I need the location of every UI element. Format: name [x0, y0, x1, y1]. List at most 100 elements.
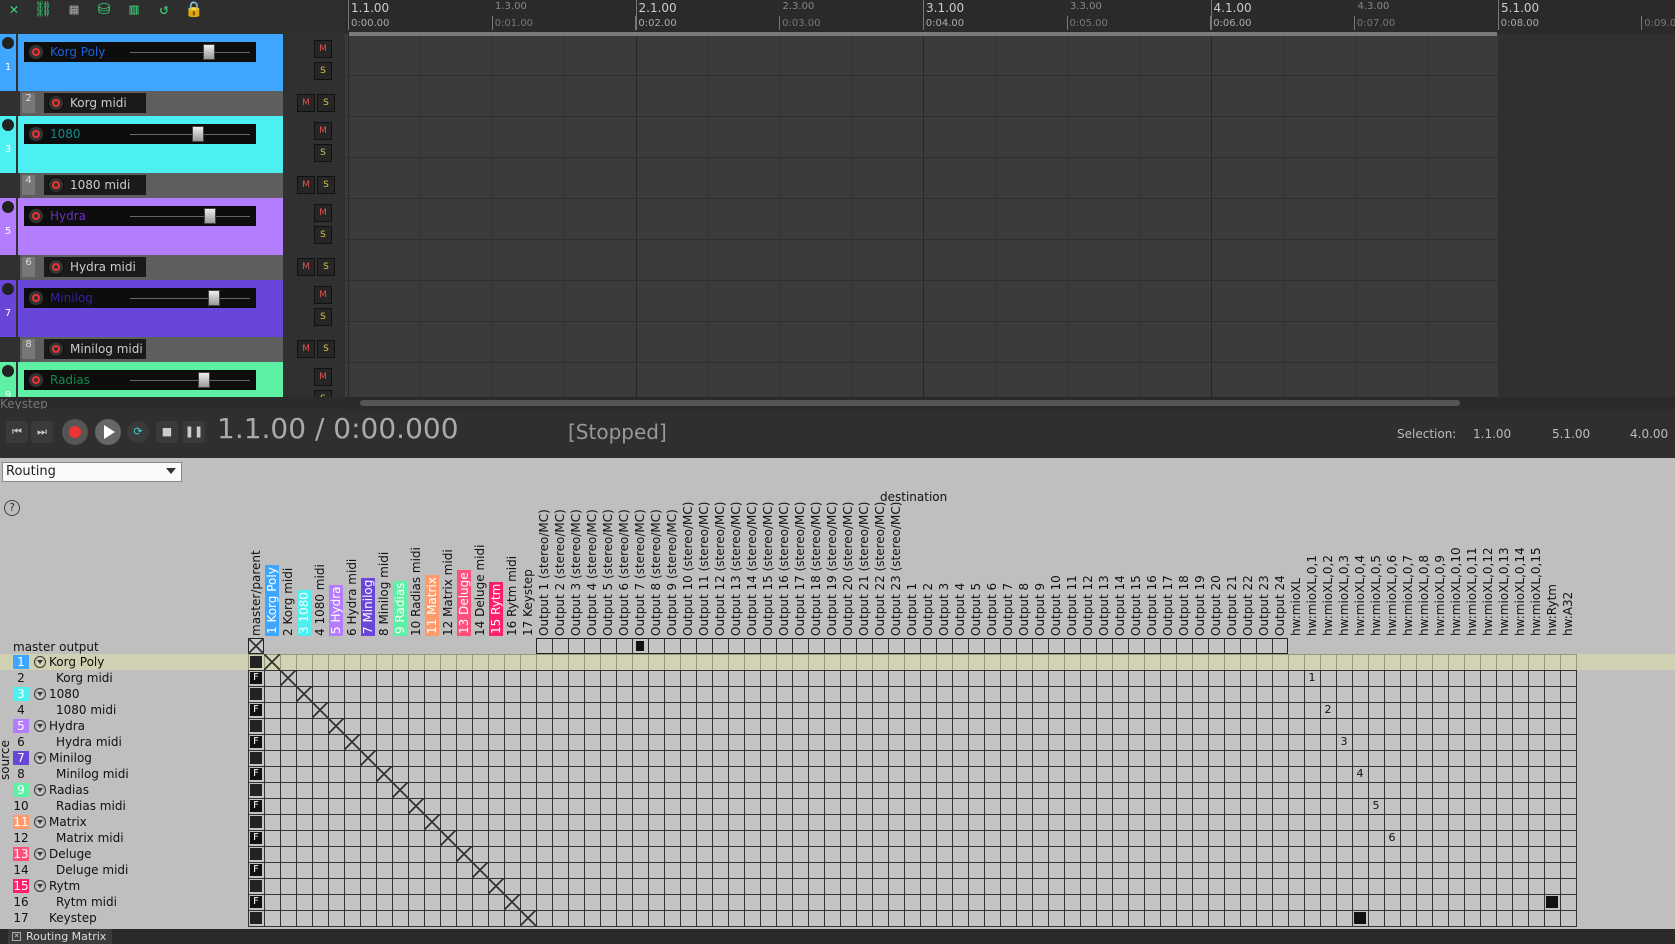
link-icon[interactable]: ⛓: [31, 0, 55, 20]
close-icon[interactable]: ✕: [12, 932, 21, 941]
view-select[interactable]: Routing: [2, 462, 182, 482]
master-route-cell[interactable]: [250, 848, 262, 860]
midi-port-route[interactable]: 4: [1352, 766, 1368, 782]
midi-port-route[interactable]: 3: [1336, 734, 1352, 750]
expand-icon[interactable]: [2, 283, 14, 295]
midi-track[interactable]: 6 Hydra midi M S: [0, 255, 345, 280]
audio-track[interactable]: 5 Hydra M S: [0, 198, 345, 255]
expand-icon[interactable]: [2, 37, 14, 49]
fx-route-cell[interactable]: F: [250, 864, 262, 876]
routing-matrix-tab[interactable]: Routing Matrix: [8, 929, 113, 944]
scrollbar-thumb[interactable]: [360, 400, 1460, 406]
midi-port-route[interactable]: 6: [1384, 830, 1400, 846]
master-route-cell[interactable]: [250, 752, 262, 764]
midi-track[interactable]: 2 Korg midi M S: [0, 91, 345, 116]
goto-end-button[interactable]: ⏭: [31, 421, 53, 443]
solo-button[interactable]: S: [314, 62, 332, 80]
record-arm-button[interactable]: [48, 341, 64, 357]
midi-track[interactable]: 4 1080 midi M S: [0, 173, 345, 198]
master-route-cell[interactable]: [250, 880, 262, 892]
fx-route-cell[interactable]: F: [250, 832, 262, 844]
chevron-down-icon[interactable]: [34, 880, 46, 892]
record-arm-button[interactable]: [48, 177, 64, 193]
master-route-cell[interactable]: [250, 784, 262, 796]
mute-button[interactable]: M: [314, 40, 332, 58]
grid-icon[interactable]: ▦: [62, 0, 86, 20]
fx-route-cell[interactable]: [250, 912, 262, 924]
primary-clock[interactable]: 1.1.00 / 0:00.000: [217, 412, 459, 445]
selection-end[interactable]: 5.1.00: [1552, 427, 1590, 441]
record-arm-button[interactable]: [28, 126, 44, 142]
mute-button[interactable]: M: [314, 204, 332, 222]
connected-route-cell[interactable]: [636, 641, 644, 651]
chevron-down-icon[interactable]: [34, 688, 46, 700]
fx-route-cell[interactable]: F: [250, 768, 262, 780]
master-route-cell[interactable]: [250, 688, 262, 700]
goto-start-button[interactable]: ⏮: [6, 421, 28, 443]
solo-button[interactable]: S: [314, 144, 332, 162]
record-arm-button[interactable]: [28, 208, 44, 224]
fx-route-cell[interactable]: F: [250, 896, 262, 908]
mute-button[interactable]: M: [314, 286, 332, 304]
help-icon[interactable]: ?: [4, 500, 20, 516]
midi-port-route[interactable]: 1: [1304, 670, 1320, 686]
master-route-cell[interactable]: [250, 816, 262, 828]
group-icon[interactable]: ⛁: [92, 0, 116, 20]
chevron-down-icon[interactable]: [34, 784, 46, 796]
chevron-down-icon[interactable]: [34, 752, 46, 764]
chevron-down-icon[interactable]: [34, 656, 46, 668]
solo-button[interactable]: S: [314, 226, 332, 244]
record-arm-button[interactable]: [48, 259, 64, 275]
gain-fader-knob[interactable]: [208, 290, 220, 306]
loop-icon[interactable]: ↺: [152, 0, 176, 20]
midi-track[interactable]: 8 Minilog midi M S: [0, 337, 345, 362]
play-button[interactable]: [95, 419, 121, 445]
mute-button[interactable]: M: [314, 122, 332, 140]
fx-route-cell[interactable]: F: [250, 800, 262, 812]
fx-route-cell[interactable]: F: [250, 672, 262, 684]
gain-fader-knob[interactable]: [192, 126, 204, 142]
master-route-cell[interactable]: [250, 720, 262, 732]
solo-button[interactable]: S: [317, 94, 335, 112]
mute-button[interactable]: M: [297, 94, 315, 112]
record-arm-button[interactable]: [48, 95, 64, 111]
expand-icon[interactable]: [2, 201, 14, 213]
fx-route-cell[interactable]: F: [250, 704, 262, 716]
solo-button[interactable]: S: [314, 390, 332, 397]
expand-icon[interactable]: [2, 119, 14, 131]
gain-fader-knob[interactable]: [204, 208, 216, 224]
master-output-row[interactable]: [536, 638, 1288, 654]
stop-button[interactable]: ■: [156, 421, 178, 443]
chevron-down-icon[interactable]: [34, 816, 46, 828]
mute-button[interactable]: M: [314, 368, 332, 386]
range-bar[interactable]: [349, 32, 1497, 36]
midi-port-route[interactable]: 2: [1320, 702, 1336, 718]
solo-button[interactable]: S: [317, 176, 335, 194]
snap-icon[interactable]: ▥: [122, 0, 146, 20]
audio-track[interactable]: 7 Minilog M S: [0, 280, 345, 337]
chevron-down-icon[interactable]: [34, 848, 46, 860]
crossfade-icon[interactable]: ✕: [2, 0, 26, 20]
audio-track[interactable]: 1 Korg Poly M S: [0, 34, 345, 91]
mute-button[interactable]: M: [297, 340, 315, 358]
audio-track[interactable]: 9RadiasMS: [0, 362, 345, 397]
selection-start[interactable]: 1.1.00: [1473, 427, 1511, 441]
selection-length[interactable]: 4.0.00: [1630, 427, 1668, 441]
timeline-ruler[interactable]: [345, 0, 1675, 34]
expand-icon[interactable]: [2, 365, 14, 377]
solo-button[interactable]: S: [317, 340, 335, 358]
chevron-down-icon[interactable]: [34, 720, 46, 732]
midi-port-route[interactable]: 5: [1368, 798, 1384, 814]
record-arm-button[interactable]: [28, 372, 44, 388]
horizontal-scrollbar[interactable]: [345, 397, 1675, 409]
lock-icon[interactable]: 🔒: [182, 0, 206, 20]
connected-route-cell[interactable]: [1354, 912, 1366, 924]
mute-button[interactable]: M: [297, 176, 315, 194]
solo-button[interactable]: S: [314, 308, 332, 326]
fx-route-cell[interactable]: F: [250, 736, 262, 748]
connected-route-cell[interactable]: [1546, 896, 1558, 908]
mute-button[interactable]: M: [297, 258, 315, 276]
master-route-cell[interactable]: [250, 656, 262, 668]
record-arm-button[interactable]: [28, 44, 44, 60]
record-button[interactable]: [62, 419, 88, 445]
